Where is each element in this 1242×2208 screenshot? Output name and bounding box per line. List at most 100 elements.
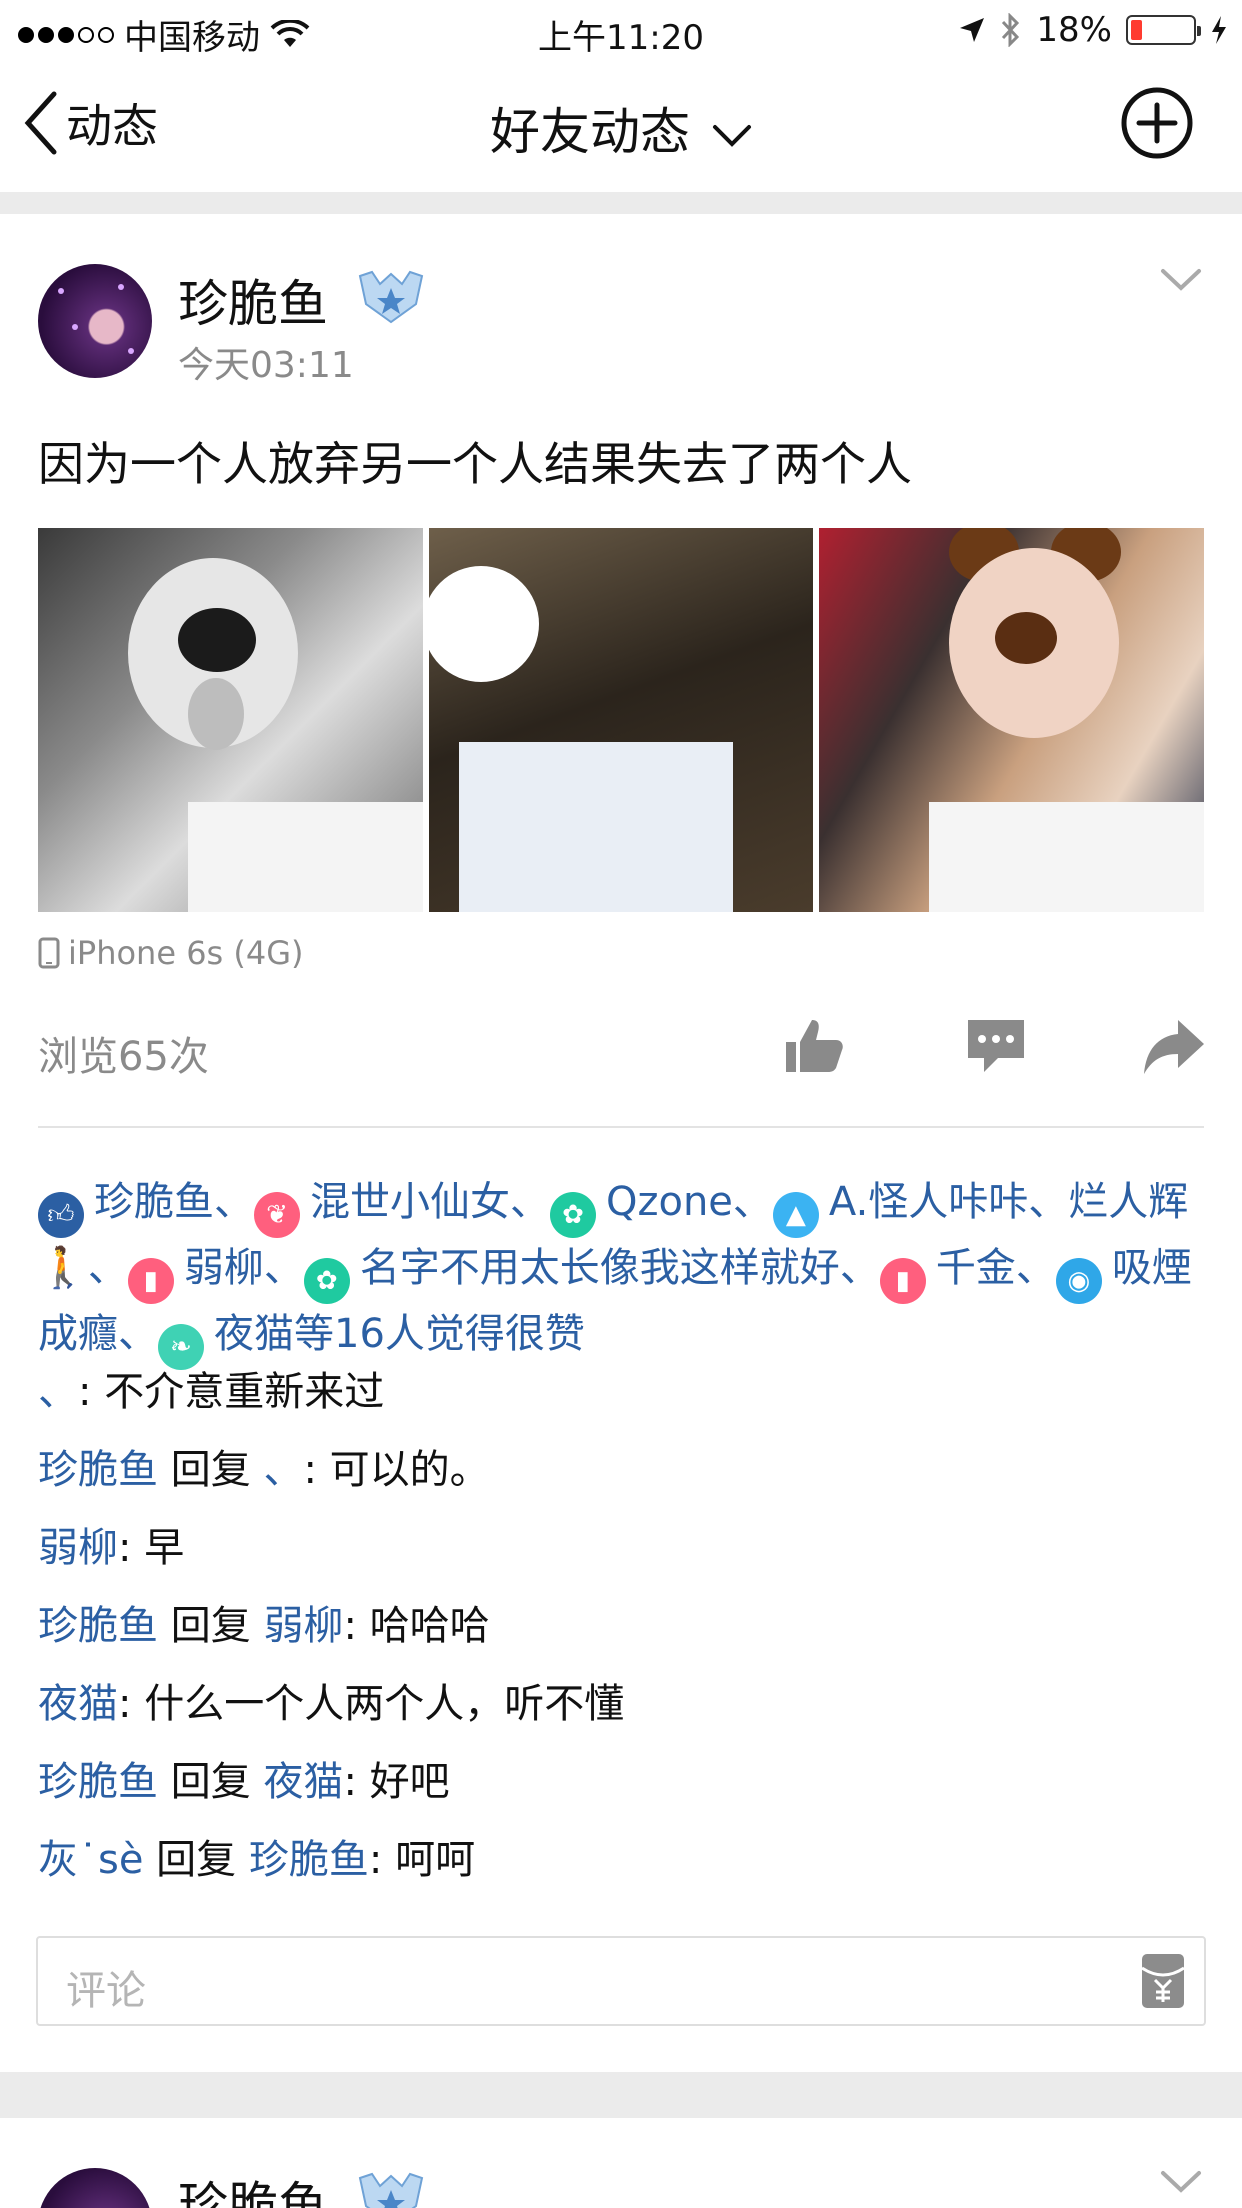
thumbs-up-icon [786, 1020, 843, 1072]
comment-item[interactable]: 灰˙sè 回复 珍脆鱼: 呵呵 [38, 1828, 1210, 1906]
like-separator: 、 [1015, 1245, 1056, 1291]
like-user-name: Qzone [606, 1179, 733, 1225]
like-user[interactable]: ❦ 混世小仙女 [254, 1179, 510, 1238]
post-card: 珍脆鱼 [0, 2118, 1242, 2208]
red-packet-icon[interactable] [1140, 1952, 1186, 2010]
comment-author[interactable]: 珍脆鱼 [38, 1603, 158, 1649]
qzone-icon: ✿ [303, 1258, 350, 1304]
status-right: 18% [958, 10, 1228, 50]
like-user-name: 珍脆鱼 [94, 1179, 214, 1225]
comment-bubble-icon [968, 1020, 1024, 1072]
lipstick-icon: ▮ [127, 1258, 174, 1304]
share-button[interactable] [1142, 1014, 1206, 1078]
post-menu-chevron-icon[interactable] [1160, 2170, 1202, 2194]
reply-word: 回复 [158, 1759, 264, 1805]
comment-text: : 好吧 [343, 1759, 450, 1805]
comment-item[interactable]: 珍脆鱼 回复 弱柳: 哈哈哈 [38, 1594, 1210, 1672]
like-user[interactable]: ✿ Qzone [550, 1179, 733, 1238]
comment-item[interactable]: 、: 不介意重新来过 [38, 1360, 1210, 1438]
post-menu-chevron-icon[interactable] [1160, 268, 1202, 292]
comment-text: : 什么一个人两个人，听不懂 [118, 1681, 625, 1727]
qzone-icon: ✿ [550, 1192, 596, 1238]
like-user[interactable]: ▮ 弱柳 [127, 1245, 264, 1304]
view-count: 浏览65次 [38, 1034, 209, 1080]
author-avatar[interactable] [38, 2168, 152, 2208]
like-separator: 、 [118, 1311, 158, 1357]
comment-author[interactable]: 、 [38, 1369, 78, 1415]
vip-badge-icon [358, 270, 424, 324]
like-separator: 、 [87, 1245, 128, 1291]
author-avatar[interactable] [38, 264, 152, 378]
thumbs-up-icon: 👍︎ [38, 1192, 84, 1238]
feed-filter-dropdown[interactable]: 好友动态 [0, 92, 1242, 164]
device-info: iPhone 6s (4G) [38, 934, 304, 972]
location-arrow-icon [960, 18, 985, 42]
charging-bolt-icon [1212, 16, 1226, 44]
like-user[interactable]: ▮ 千金 [879, 1245, 1016, 1304]
comment-text: : 呵呵 [368, 1837, 476, 1883]
post-photo-2[interactable] [428, 528, 814, 912]
like-separator: 、 [510, 1179, 550, 1225]
post-text: 因为一个人放弃另一个人结果失去了两个人 [38, 437, 912, 491]
likes-summary[interactable]: 等16人觉得很赞 [294, 1311, 585, 1357]
like-user[interactable]: ❧ 夜猫 [158, 1311, 294, 1370]
phone-icon [38, 937, 60, 969]
section-divider [0, 192, 1242, 214]
comment-item[interactable]: 夜猫: 什么一个人两个人，听不懂 [38, 1672, 1210, 1750]
like-user[interactable]: ✿ 名字不用太长像我这样就好 [303, 1245, 840, 1304]
comments-list: 、: 不介意重新来过 珍脆鱼 回复 、: 可以的。 弱柳: 早珍脆鱼 回复 弱柳: … [38, 1360, 1210, 1906]
vip-badge-icon [358, 2172, 424, 2208]
reply-target[interactable]: 弱柳 [263, 1603, 343, 1649]
rocket-icon: ▲ [772, 1192, 819, 1238]
comment-author[interactable]: 弱柳 [38, 1525, 118, 1571]
post-card: 珍脆鱼 今天03:11 因为一个人放弃另一个人结果失去了两个人 iPhone 6… [0, 214, 1242, 2072]
comment-item[interactable]: 珍脆鱼 回复 夜猫: 好吧 [38, 1750, 1210, 1828]
like-user[interactable]: ▲ A.怪人咔咔 [772, 1179, 1028, 1238]
like-separator: 、 [839, 1245, 880, 1291]
comment-text: : 不介意重新来过 [78, 1369, 385, 1415]
page-title: 好友动态 [490, 103, 690, 161]
post-photo-1[interactable] [38, 528, 423, 912]
battery-icon [1126, 15, 1201, 45]
reply-word: 回复 [143, 1837, 249, 1883]
like-separator: 、 [214, 1179, 254, 1225]
comment-author[interactable]: 灰˙sè [38, 1837, 143, 1883]
like-user-name: 弱柳 [183, 1245, 264, 1291]
reply-word: 回复 [158, 1603, 264, 1649]
like-user-name: 名字不用太长像我这样就好 [359, 1245, 840, 1291]
post-time: 今天03:11 [178, 345, 354, 386]
like-button[interactable] [782, 1014, 846, 1078]
section-divider [0, 2072, 1242, 2118]
share-arrow-icon [1144, 1020, 1204, 1074]
post-photo-3[interactable] [819, 528, 1205, 912]
likes-list: 👍︎ 珍脆鱼、 ❦ 混世小仙女、 ✿ Qzone、 ▲ A.怪人咔咔、烂人辉🚶、 ▮ 弱柳、 ✿ 名字… [38, 1172, 1210, 1370]
comment-item[interactable]: 珍脆鱼 回复 、: 可以的。 [38, 1438, 1210, 1516]
like-separator: 、 [263, 1245, 304, 1291]
reply-target[interactable]: 、 [263, 1447, 303, 1493]
comment-author[interactable]: 夜猫 [38, 1681, 118, 1727]
like-user-name: 混世小仙女 [310, 1179, 510, 1225]
author-name[interactable]: 珍脆鱼 [178, 264, 328, 336]
like-user[interactable]: 👍︎ 珍脆鱼 [38, 1179, 214, 1238]
device-label: iPhone 6s (4G) [68, 934, 304, 972]
wings-icon: ❦ [254, 1192, 300, 1238]
comment-item[interactable]: 弱柳: 早 [38, 1516, 1210, 1594]
author-name[interactable]: 珍脆鱼 [178, 2166, 328, 2208]
comment-author[interactable]: 珍脆鱼 [38, 1759, 158, 1805]
like-user-name: 千金 [935, 1245, 1016, 1291]
post-divider [38, 1126, 1204, 1128]
comment-text: : 可以的。 [303, 1447, 490, 1493]
comment-input[interactable]: 评论 [36, 1936, 1206, 2026]
comment-author[interactable]: 珍脆鱼 [38, 1447, 158, 1493]
like-separator: 、 [732, 1179, 773, 1225]
comment-button[interactable] [964, 1014, 1028, 1078]
chevron-down-icon [713, 124, 751, 147]
reply-target[interactable]: 珍脆鱼 [249, 1837, 369, 1883]
reply-target[interactable]: 夜猫 [263, 1759, 343, 1805]
bluetooth-icon [1002, 13, 1020, 47]
like-separator: 、 [1028, 1179, 1069, 1225]
add-post-button[interactable] [1120, 86, 1194, 160]
comment-placeholder: 评论 [66, 1968, 146, 2014]
photo-grid [38, 528, 1205, 912]
reply-word: 回复 [158, 1447, 264, 1493]
